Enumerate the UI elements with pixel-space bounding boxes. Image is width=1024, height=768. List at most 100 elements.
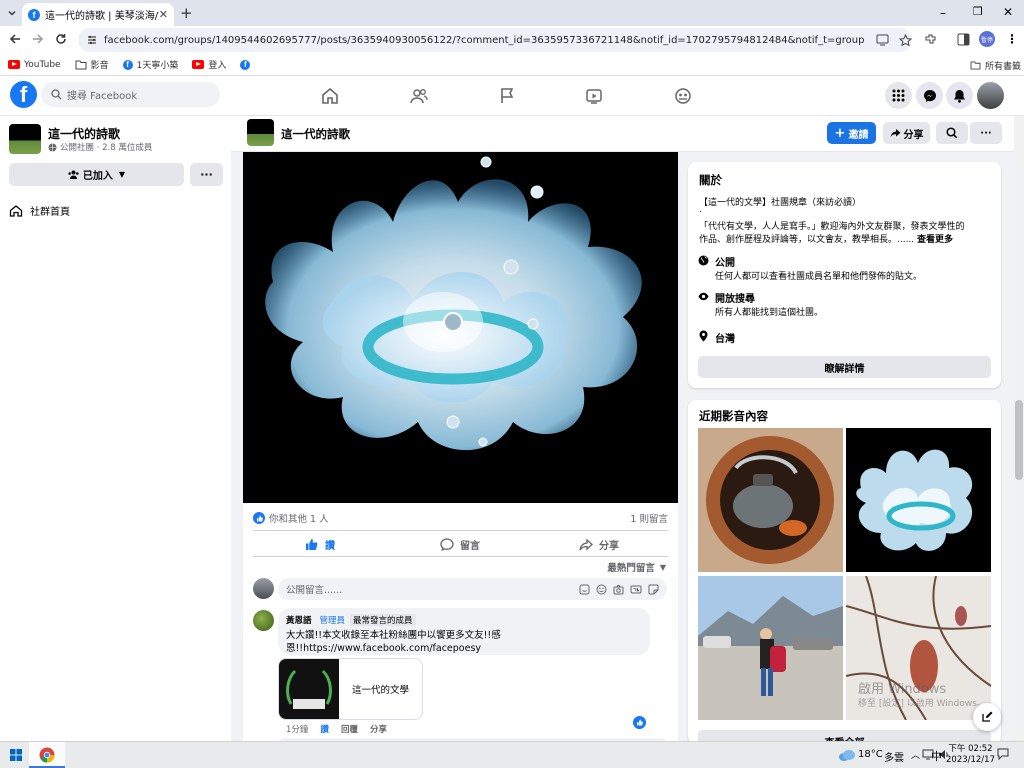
install-app-icon[interactable] [876, 34, 889, 46]
chrome-taskbar-button[interactable] [29, 742, 65, 768]
post-photo[interactable] [243, 152, 678, 503]
group-sticky-header: 這一代的詩歌 + 邀請 分享 ··· [231, 116, 1024, 152]
reload-icon[interactable] [54, 32, 68, 46]
comment-like-reaction-icon[interactable] [633, 716, 646, 729]
search-input[interactable]: 搜尋 Facebook [41, 82, 220, 107]
video-icon[interactable] [582, 84, 606, 108]
back-icon[interactable] [8, 32, 22, 46]
sort-comments-dropdown[interactable]: 最熱門留言 ▼ [607, 560, 666, 575]
side-panel-icon[interactable] [957, 33, 970, 46]
share-post-button[interactable]: 分享 [579, 537, 619, 552]
tab-close-icon[interactable]: ✕ [159, 8, 168, 21]
notifications-bell-icon[interactable] [946, 82, 973, 109]
weather-cloud-icon[interactable] [838, 749, 856, 761]
browser-toolbar: facebook.com/groups/1409544602695777/pos… [0, 26, 1024, 54]
all-bookmarks[interactable]: 所有書籤 [970, 59, 1021, 72]
home-icon[interactable] [318, 84, 342, 108]
reaction-summary[interactable]: 你和其他 1 人 [253, 511, 329, 525]
bookmark-youtube[interactable]: YouTube [8, 60, 61, 70]
location-text: 台灣 [715, 334, 735, 345]
pages-flag-icon[interactable] [495, 84, 519, 108]
comment-time[interactable]: 1分鐘 [286, 723, 308, 735]
comment-input[interactable]: 公開留言...... [278, 578, 667, 600]
share-arrow-icon [579, 538, 593, 551]
profile-avatar[interactable]: 暫停 [979, 31, 995, 47]
eye-icon [698, 292, 709, 301]
url-text[interactable]: facebook.com/groups/1409544602695777/pos… [104, 35, 864, 46]
facebook-logo[interactable]: f [10, 81, 37, 108]
see-more-link[interactable]: 查看更多 [917, 235, 953, 245]
account-avatar[interactable] [977, 82, 1004, 109]
forward-icon[interactable] [31, 32, 45, 46]
messenger-icon[interactable] [916, 82, 943, 109]
weather-temp[interactable]: 18°C [858, 749, 883, 760]
comment-share-link[interactable]: 分享 [370, 723, 387, 735]
close-window-button[interactable]: ✕ [1003, 5, 1013, 19]
invite-button[interactable]: + 邀請 [827, 122, 876, 144]
notification-center-icon[interactable] [997, 748, 1009, 760]
search-group-button[interactable] [936, 122, 968, 144]
bookmark-login[interactable]: 登入 [192, 58, 226, 71]
group-header-name[interactable]: 這一代的詩歌 [281, 126, 350, 142]
bookmarks-bar: YouTube 影音 f 1天寧小築 登入 f 所有書籤 [0, 54, 1024, 76]
link-preview-card[interactable]: 這一代的文學 [278, 658, 423, 720]
comment-like-link[interactable]: 讚 [320, 723, 329, 735]
location-pin-icon [699, 330, 708, 342]
comment-button[interactable]: 留言 [440, 537, 480, 552]
group-name[interactable]: 這一代的詩歌 [48, 125, 120, 142]
learn-more-button[interactable]: 瞭解詳情 [698, 356, 991, 378]
address-bar[interactable]: facebook.com/groups/1409544602695777/pos… [78, 28, 912, 52]
new-tab-button[interactable]: + [180, 4, 193, 22]
top-contributor-badge: 最常發言的成員 [350, 614, 416, 626]
about-title: 關於 [699, 173, 722, 187]
tab-search-icon[interactable] [6, 7, 18, 19]
comment-author[interactable]: 黃恩語 [286, 614, 312, 626]
browser-tab-active[interactable]: f 這一代的詩歌 | 美琴淡海/文/貝... ✕ [22, 3, 174, 26]
browser-menu-icon[interactable]: ⋮ [1006, 32, 1018, 46]
menu-grid-icon[interactable] [885, 82, 912, 109]
gaming-icon[interactable] [671, 84, 695, 108]
facebook-icon: f [240, 59, 251, 70]
page-scrollbar-thumb[interactable] [1015, 400, 1023, 480]
emoji-icon[interactable] [596, 584, 607, 595]
camera-icon[interactable] [613, 584, 624, 595]
gif-icon[interactable] [630, 584, 642, 595]
windows-start-icon[interactable] [10, 749, 22, 761]
group-thumbnail-small[interactable] [247, 119, 274, 146]
share-group-button[interactable]: 分享 [883, 122, 930, 144]
sticker-icon[interactable] [579, 584, 590, 595]
sticker-face-icon[interactable] [648, 584, 659, 595]
bookmark-facebook-page[interactable]: f 1天寧小築 [122, 58, 178, 71]
tray-expand-icon[interactable]: ︿ [911, 748, 920, 761]
tab-title: 這一代的詩歌 | 美琴淡海/文/貝... [45, 11, 159, 22]
weather-desc[interactable]: 多雲 [884, 749, 904, 764]
extensions-icon[interactable] [924, 33, 937, 46]
new-message-button[interactable] [973, 703, 1001, 731]
restore-button[interactable]: ❐ [973, 5, 983, 18]
recent-media-title: 近期影音內容 [699, 409, 768, 423]
bookmark-facebook[interactable]: f [240, 59, 254, 70]
group-thumbnail[interactable] [9, 124, 41, 154]
current-user-avatar[interactable] [253, 578, 274, 599]
minimize-button[interactable]: – [940, 6, 946, 20]
media-thumb-mountain-person[interactable] [698, 576, 843, 720]
community-home-link[interactable]: 社群首頁 [9, 203, 70, 218]
link-preview-image [279, 659, 339, 719]
joined-button[interactable]: 已加入 ▼ [9, 163, 184, 186]
media-thumb-kettle[interactable] [698, 428, 843, 572]
comment-actions: 1分鐘 讚 回覆 分享 [286, 723, 387, 735]
site-info-icon[interactable] [86, 34, 98, 46]
comment-count[interactable]: 1 則留言 [630, 511, 668, 525]
comment-reply-link[interactable]: 回覆 [341, 723, 358, 735]
friends-icon[interactable] [407, 84, 431, 108]
bookmark-star-icon[interactable] [899, 33, 912, 47]
group-options-button[interactable]: ··· [970, 122, 1002, 144]
media-thumb-flower[interactable] [846, 428, 991, 572]
clock[interactable]: 下午 02:52 2023/12/17 [946, 744, 995, 766]
bookmark-folder[interactable]: 影音 [75, 58, 109, 71]
ime-indicator[interactable]: 中 [931, 748, 942, 764]
commenter-avatar[interactable] [253, 610, 274, 631]
divider [253, 556, 668, 557]
like-button[interactable]: 讚 [305, 537, 335, 552]
group-more-button[interactable]: ··· [190, 163, 223, 186]
